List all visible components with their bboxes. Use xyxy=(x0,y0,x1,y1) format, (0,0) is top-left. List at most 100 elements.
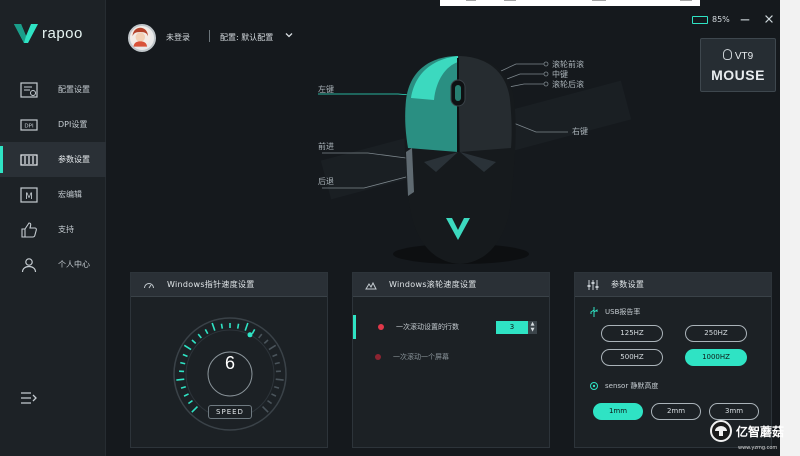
gauge-tick xyxy=(187,399,193,405)
callout-scroll-down: 滚轮后滚 xyxy=(552,80,584,89)
sidebar-item-params[interactable]: 参数设置 xyxy=(0,142,106,177)
sidebar-item-dpi[interactable]: DPI DPI设置 xyxy=(0,107,106,142)
sidebar-item-label: DPI设置 xyxy=(58,120,88,129)
panel-title: Windows指针速度设置 xyxy=(167,280,255,289)
gauge-tick xyxy=(273,385,280,389)
gauge-tick xyxy=(258,333,263,339)
sidebar-nav: 配置设置 DPI DPI设置 参数设置 M 宏编辑 支持 个人中心 xyxy=(0,72,106,282)
gauge-tick xyxy=(183,393,189,397)
app-window: rapoo 配置设置 DPI DPI设置 参数设置 M 宏编辑 支持 个人中心 … xyxy=(0,0,780,456)
sidebar: rapoo 配置设置 DPI DPI设置 参数设置 M 宏编辑 支持 个人中心 xyxy=(0,0,106,456)
gauge-tick xyxy=(251,328,256,335)
close-button[interactable] xyxy=(762,12,776,26)
watermark-url: www.yzmg.com xyxy=(738,445,778,451)
close-icon xyxy=(765,15,773,23)
gauge-tick xyxy=(268,344,277,351)
usb-500hz-button[interactable]: 500HZ xyxy=(601,349,663,366)
gauge-tick xyxy=(275,378,284,381)
gauge-tick xyxy=(191,339,197,344)
scroll-lines-stepper[interactable]: 3 ▲ ▼ xyxy=(496,320,538,334)
brand-logo: rapoo xyxy=(14,22,83,44)
mouse-illustration-area: 左键 前进 后退 右键 滚轮前滚 中键 滚轮后滚 xyxy=(106,40,780,270)
watermark: 亿智蘑菇 xyxy=(710,420,784,442)
lod-label: sensor 静默高度 xyxy=(605,382,659,390)
mushroom-icon xyxy=(715,426,727,436)
sidebar-item-label: 个人中心 xyxy=(58,260,90,269)
gauge-tick xyxy=(211,322,216,331)
gauge-tick xyxy=(220,323,224,329)
lod-3mm-button[interactable]: 3mm xyxy=(709,403,759,420)
lod-1mm-button[interactable]: 1mm xyxy=(593,403,643,420)
gauge-tick xyxy=(197,333,202,339)
sidebar-item-profile[interactable]: 个人中心 xyxy=(0,247,106,282)
user-icon xyxy=(20,257,38,273)
overlay-banner-fragment xyxy=(440,0,700,6)
speed-label: SPEED xyxy=(208,405,252,419)
scroll-screen-label: 一次滚动一个屏幕 xyxy=(393,353,449,361)
callout-lines xyxy=(318,56,632,264)
gauge-tick xyxy=(236,323,240,329)
gauge-tick xyxy=(204,328,209,335)
callout-right-key: 右键 xyxy=(572,127,588,136)
pointer-speed-gauge[interactable]: 6 SPEED xyxy=(171,315,289,433)
gauge-tick xyxy=(261,405,269,413)
scroll-lines-value[interactable]: 3 xyxy=(496,320,528,334)
battery-text: 85% xyxy=(712,15,730,24)
gauge-tick xyxy=(183,344,192,351)
sidebar-item-label: 支持 xyxy=(58,225,74,234)
brand-name: rapoo xyxy=(42,24,83,42)
gauge-tick xyxy=(271,393,277,397)
sidebar-item-macro[interactable]: M 宏编辑 xyxy=(0,177,106,212)
usb-icon xyxy=(590,307,598,317)
panel-title: 参数设置 xyxy=(611,280,645,289)
rapoo-logo-icon xyxy=(14,24,38,43)
lod-heading: sensor 静默高度 xyxy=(589,381,658,391)
collapse-menu-icon[interactable] xyxy=(20,390,38,406)
scroll-lines-option[interactable]: 一次滚动设置的行数 3 ▲ ▼ xyxy=(353,315,549,339)
watermark-text: 亿智蘑菇 xyxy=(736,424,785,439)
battery-icon xyxy=(692,15,708,24)
usb-rate-heading: USB报告率 xyxy=(589,307,640,317)
usb-rate-label: USB报告率 xyxy=(605,308,641,316)
svg-text:M: M xyxy=(25,192,33,202)
callout-forward: 前进 xyxy=(318,142,334,151)
usb-1000hz-button[interactable]: 1000HZ xyxy=(685,349,747,366)
dpi-icon: DPI xyxy=(20,117,38,133)
sidebar-item-config[interactable]: 配置设置 xyxy=(0,72,106,107)
callout-left-key: 左键 xyxy=(318,85,334,94)
chevron-down-icon[interactable]: ▼ xyxy=(531,327,535,333)
sidebar-item-label: 配置设置 xyxy=(58,85,90,94)
stepper-arrows[interactable]: ▲ ▼ xyxy=(528,320,537,334)
gauge-knob[interactable] xyxy=(247,332,253,338)
radio-indicator xyxy=(375,354,381,360)
lod-2mm-button[interactable]: 2mm xyxy=(651,403,701,420)
scroll-speed-panel: Windows滚轮速度设置 一次滚动设置的行数 3 ▲ ▼ 一次滚动一个屏幕 xyxy=(352,272,550,448)
gauge-tick xyxy=(263,339,269,344)
sidebar-item-label: 参数设置 xyxy=(58,155,90,164)
gauge-tick xyxy=(176,378,185,381)
svg-text:DPI: DPI xyxy=(24,123,34,129)
usb-125hz-button[interactable]: 125HZ xyxy=(601,325,663,342)
desktop-edge xyxy=(780,0,800,456)
gauge-tick xyxy=(244,322,249,331)
sensor-icon xyxy=(590,382,598,390)
chevron-down-icon[interactable] xyxy=(284,30,294,40)
panel-title: Windows滚轮速度设置 xyxy=(389,280,477,289)
config-icon xyxy=(20,81,38,98)
scroll-lines-label: 一次滚动设置的行数 xyxy=(396,323,459,331)
callout-back: 后退 xyxy=(318,177,334,186)
thumbs-up-icon xyxy=(20,221,38,238)
panel-header: 参数设置 xyxy=(575,273,771,297)
scroll-screen-option[interactable]: 一次滚动一个屏幕 xyxy=(353,345,549,369)
sliders-icon xyxy=(587,279,599,290)
gauge-tick xyxy=(191,405,199,413)
minimize-button[interactable] xyxy=(738,12,752,26)
usb-250hz-button[interactable]: 250HZ xyxy=(685,325,747,342)
gauge-tick xyxy=(267,399,273,405)
speedometer-icon xyxy=(144,282,154,288)
gauge-tick xyxy=(180,385,187,389)
radio-indicator xyxy=(378,324,384,330)
panel-header: Windows指针速度设置 xyxy=(131,273,327,297)
battery-indicator: 85% xyxy=(692,15,730,24)
sidebar-item-support[interactable]: 支持 xyxy=(0,212,106,247)
